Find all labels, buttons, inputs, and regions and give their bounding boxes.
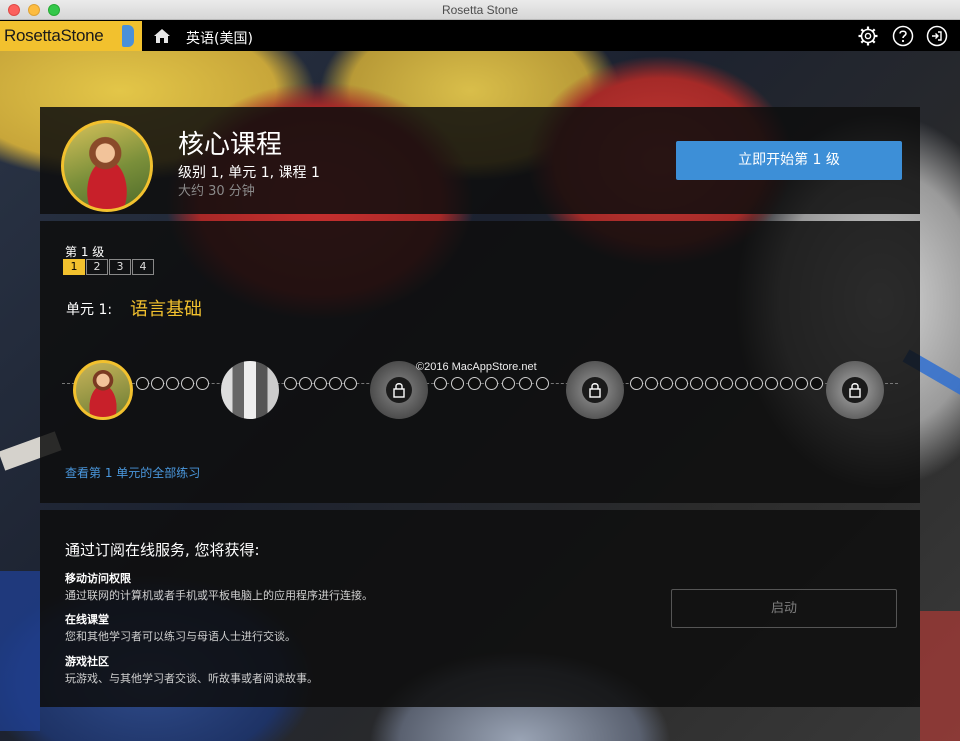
course-subtitle: 级别 1, 单元 1, 课程 1 [178, 165, 320, 181]
activity-dot[interactable] [720, 377, 733, 390]
launch-button[interactable]: 启动 [671, 589, 897, 628]
lesson-1-current[interactable] [73, 360, 133, 420]
lock-icon [582, 377, 608, 403]
activity-dot[interactable] [181, 377, 194, 390]
activity-dot[interactable] [344, 377, 357, 390]
activity-dot[interactable] [735, 377, 748, 390]
level-tabs: 1 2 3 4 [63, 259, 155, 275]
activity-dot[interactable] [795, 377, 808, 390]
activity-dot[interactable] [451, 377, 464, 390]
level-tab-2[interactable]: 2 [86, 259, 108, 275]
activity-dot[interactable] [675, 377, 688, 390]
activity-dot[interactable] [810, 377, 823, 390]
activity-dot[interactable] [536, 377, 549, 390]
course-title: 核心课程 [178, 130, 283, 160]
feature-description: 通过联网的计算机或者手机或平板电脑上的应用程序进行连接。 [65, 589, 373, 602]
lesson-4-locked[interactable] [566, 361, 624, 419]
feature-description: 玩游戏、与其他学习者交谈、听故事或者阅读故事。 [65, 672, 318, 685]
activity-dot[interactable] [750, 377, 763, 390]
activity-dot[interactable] [780, 377, 793, 390]
activity-dot[interactable] [630, 377, 643, 390]
activity-dot[interactable] [434, 377, 447, 390]
lock-icon [386, 377, 412, 403]
background-stripe [0, 571, 40, 731]
level-tab-4[interactable]: 4 [132, 259, 154, 275]
feature-heading: 游戏社区 [65, 655, 109, 668]
unit-name: 语言基础 [130, 299, 202, 320]
activity-dot[interactable] [502, 377, 515, 390]
logo-mark-icon [122, 25, 134, 47]
subscription-title: 通过订阅在线服务, 您将获得: [65, 541, 260, 559]
lesson-2[interactable] [221, 361, 279, 419]
activity-dot[interactable] [166, 377, 179, 390]
background-stripe [920, 611, 960, 741]
app-header: RosettaStone 英语(美国) [0, 21, 960, 51]
feature-description: 您和其他学习者可以练习与母语人士进行交谈。 [65, 630, 296, 643]
home-icon[interactable] [152, 26, 172, 46]
help-icon[interactable] [892, 25, 914, 47]
activity-dot[interactable] [151, 377, 164, 390]
brand-logo-text: RosettaStone [4, 26, 104, 45]
window-title: Rosetta Stone [441, 3, 519, 17]
activity-dot[interactable] [468, 377, 481, 390]
start-level-button[interactable]: 立即开始第 1 级 [676, 141, 902, 180]
brand-logo: RosettaStone [0, 21, 142, 51]
title-bar: Rosetta Stone [0, 0, 960, 20]
activity-dot[interactable] [690, 377, 703, 390]
lock-icon [842, 377, 868, 403]
activity-dot[interactable] [299, 377, 312, 390]
lesson-5-locked[interactable] [826, 361, 884, 419]
course-duration: 大约 30 分钟 [178, 184, 255, 199]
level-tab-1[interactable]: 1 [63, 259, 85, 275]
feature-heading: 在线课堂 [65, 613, 109, 626]
gear-icon[interactable] [857, 25, 879, 47]
activity-dot[interactable] [485, 377, 498, 390]
level-label: 第 1 级 [65, 245, 105, 259]
activity-dot[interactable] [705, 377, 718, 390]
activity-dot[interactable] [314, 377, 327, 390]
activity-dot[interactable] [765, 377, 778, 390]
activity-dot[interactable] [284, 377, 297, 390]
course-avatar [61, 120, 153, 212]
exit-icon[interactable] [926, 25, 948, 47]
activity-dot[interactable] [136, 377, 149, 390]
view-all-exercises-link[interactable]: 查看第 1 单元的全部练习 [65, 464, 200, 481]
language-label[interactable]: 英语(美国) [186, 28, 253, 48]
feature-heading: 移动访问权限 [65, 572, 131, 585]
activity-dot[interactable] [196, 377, 209, 390]
activity-dot[interactable] [645, 377, 658, 390]
activity-dot[interactable] [329, 377, 342, 390]
activity-dot[interactable] [660, 377, 673, 390]
watermark-text: ©2016 MacAppStore.net [416, 361, 537, 373]
unit-prefix: 单元 1: [66, 302, 113, 318]
activity-dot[interactable] [519, 377, 532, 390]
level-tab-3[interactable]: 3 [109, 259, 131, 275]
